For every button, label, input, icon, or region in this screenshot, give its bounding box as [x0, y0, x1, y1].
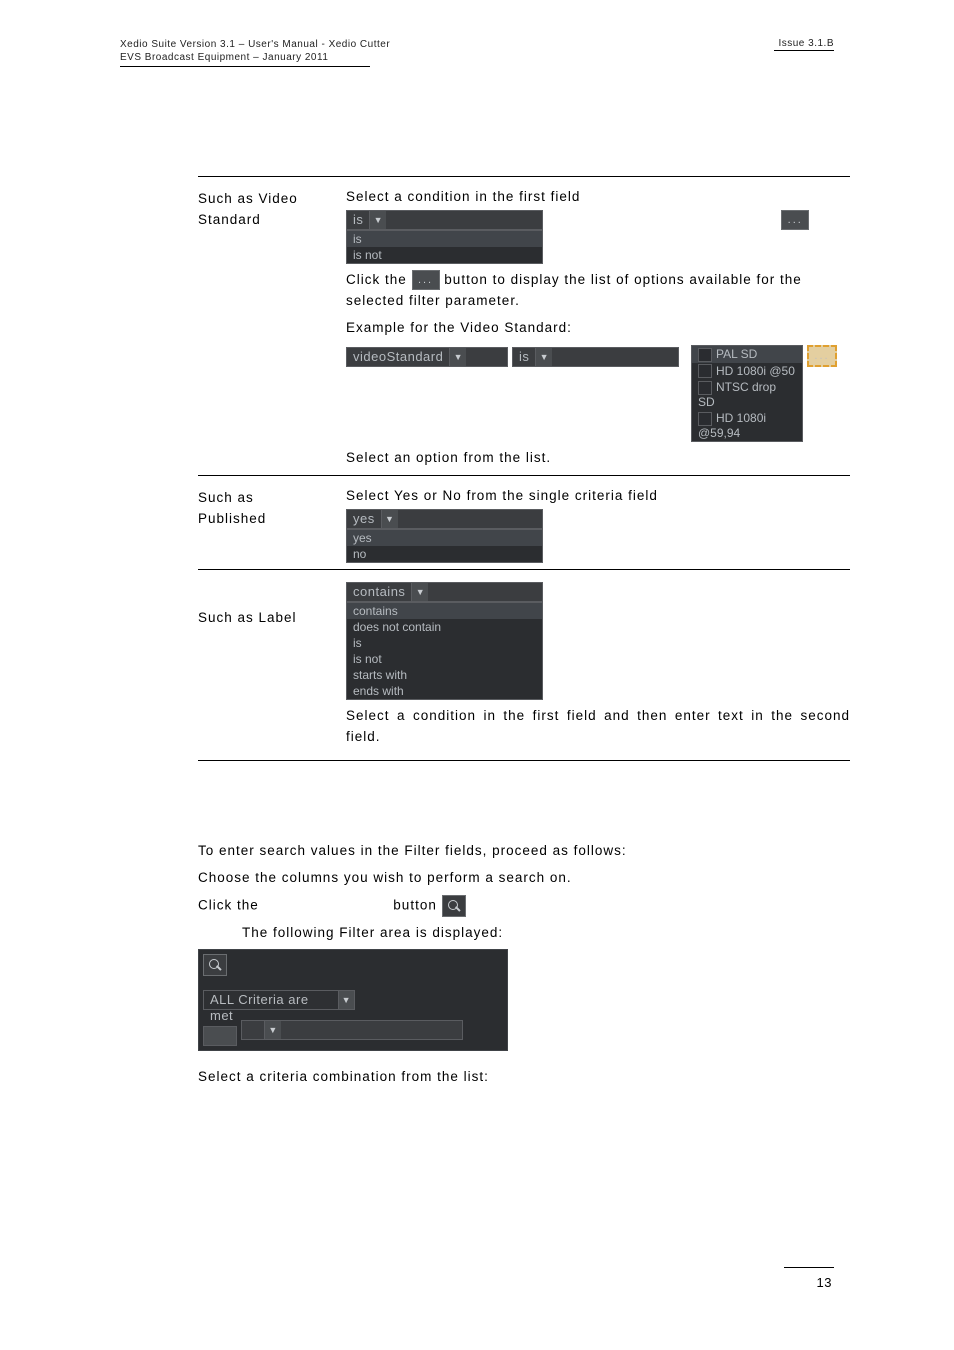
row3-label: Such as Label	[198, 608, 346, 629]
criteria-mode-select[interactable]: ALL Criteria are met ▼	[203, 990, 355, 1010]
row1-label-1: Such as Video	[198, 189, 346, 210]
example-field-value: videoStandard	[347, 348, 449, 366]
step-2: Click the button	[198, 895, 850, 917]
header-rule-left	[120, 66, 370, 67]
ellipsis-button-highlight[interactable]: ...	[807, 345, 837, 367]
table-rule	[198, 475, 850, 476]
chevron-down-icon: ▼	[369, 211, 386, 229]
text-cond-options[interactable]: contains does not contain is is not star…	[346, 602, 543, 700]
magnifier-icon[interactable]	[203, 954, 227, 976]
example-cond-value: is	[513, 348, 535, 366]
ex-opt-3[interactable]: HD 1080i @59,94	[692, 410, 802, 441]
opt-starts[interactable]: starts with	[347, 667, 542, 683]
chevron-down-icon: ▼	[411, 583, 428, 601]
row1-p2: Click the ... button to display the list…	[346, 270, 850, 312]
table-rule	[198, 760, 850, 761]
table-rule	[198, 569, 850, 570]
page-number-rule	[784, 1267, 834, 1268]
ex-opt-0[interactable]: PAL SD	[692, 346, 802, 363]
ex-opt-1-text: HD 1080i @50	[716, 364, 795, 378]
chevron-down-icon: ▼	[535, 348, 552, 366]
ellipsis-button-grey[interactable]: ...	[781, 210, 809, 230]
row2-label-1: Such as	[198, 488, 346, 509]
option-yes[interactable]: yes	[347, 530, 542, 546]
opt-contains[interactable]: contains	[347, 603, 542, 619]
table-rule	[198, 176, 850, 177]
header-right: Issue 3.1.B	[778, 38, 834, 49]
header-left-2: EVS Broadcast Equipment – January 2011	[120, 51, 390, 64]
example-field-select[interactable]: videoStandard ▼	[346, 347, 508, 367]
row1-intro: Select a condition in the first field	[346, 187, 850, 208]
option-is-not[interactable]: is not	[347, 247, 542, 263]
table-row: Such as Video Standard Select a conditio…	[198, 187, 850, 469]
row1-p3: Example for the Video Standard:	[346, 318, 850, 339]
step-2a: Click the	[198, 897, 264, 912]
ellipsis-button-inline[interactable]: ...	[412, 270, 440, 290]
chevron-down-icon: ▼	[338, 991, 354, 1009]
ex-opt-1[interactable]: HD 1080i @50	[692, 363, 802, 380]
page-number: 13	[817, 1275, 832, 1290]
row1-label-2: Standard	[198, 210, 346, 231]
condition-select[interactable]: is ▼	[346, 210, 543, 230]
filter-field-stub[interactable]	[203, 1026, 237, 1046]
opt-not-contain[interactable]: does not contain	[347, 619, 542, 635]
row1-p2a: Click the	[346, 272, 412, 287]
opt-ends[interactable]: ends with	[347, 683, 542, 699]
yesno-select[interactable]: yes ▼	[346, 509, 543, 529]
condition-select-value: is	[347, 211, 369, 229]
table-row: Such as Published Select Yes or No from …	[198, 486, 850, 563]
criteria-mode-value: ALL Criteria are met	[204, 991, 338, 1009]
header-rule-right	[774, 50, 834, 51]
row3-p2: Select a condition in the first field an…	[346, 706, 850, 748]
row2-label-2: Published	[198, 509, 346, 530]
text-cond-select[interactable]: contains ▼	[346, 582, 543, 602]
magnifier-icon[interactable]	[442, 895, 466, 917]
ex-opt-2[interactable]: NTSC drop SD	[692, 379, 802, 410]
condition-option-list[interactable]: is is not	[346, 230, 543, 264]
opt-is[interactable]: is	[347, 635, 542, 651]
step-3: Select a criteria combination from the l…	[198, 1067, 850, 1088]
step-2b: button	[393, 897, 441, 912]
table-row: Such as Label contains ▼ contains does n…	[198, 580, 850, 754]
step-1: Choose the columns you wish to perform a…	[198, 868, 850, 889]
yesno-value: yes	[347, 510, 381, 528]
filter-panel: ALL Criteria are met ▼ ▼	[198, 949, 508, 1051]
step-2c: The following Filter area is displayed:	[242, 923, 850, 944]
chevron-down-icon: ▼	[449, 348, 466, 366]
example-options[interactable]: PAL SD HD 1080i @50 NTSC drop SD HD 1080…	[691, 345, 803, 442]
option-no[interactable]: no	[347, 546, 542, 562]
example-cond-select[interactable]: is ▼	[512, 347, 679, 367]
chevron-down-icon: ▼	[264, 1021, 281, 1039]
option-is[interactable]: is	[347, 231, 542, 247]
filter-field-select[interactable]: ▼	[241, 1020, 463, 1040]
header-left-1: Xedio Suite Version 3.1 – User's Manual …	[120, 38, 390, 51]
filter-field-value	[242, 1021, 264, 1039]
opt-is-not[interactable]: is not	[347, 651, 542, 667]
lower-intro: To enter search values in the Filter fie…	[198, 841, 850, 862]
chevron-down-icon: ▼	[381, 510, 398, 528]
row2-intro: Select Yes or No from the single criteri…	[346, 486, 850, 507]
row1-p4: Select an option from the list.	[346, 448, 850, 469]
text-cond-value: contains	[347, 583, 411, 601]
yesno-options[interactable]: yes no	[346, 529, 543, 563]
ex-opt-0-text: PAL SD	[716, 347, 757, 361]
